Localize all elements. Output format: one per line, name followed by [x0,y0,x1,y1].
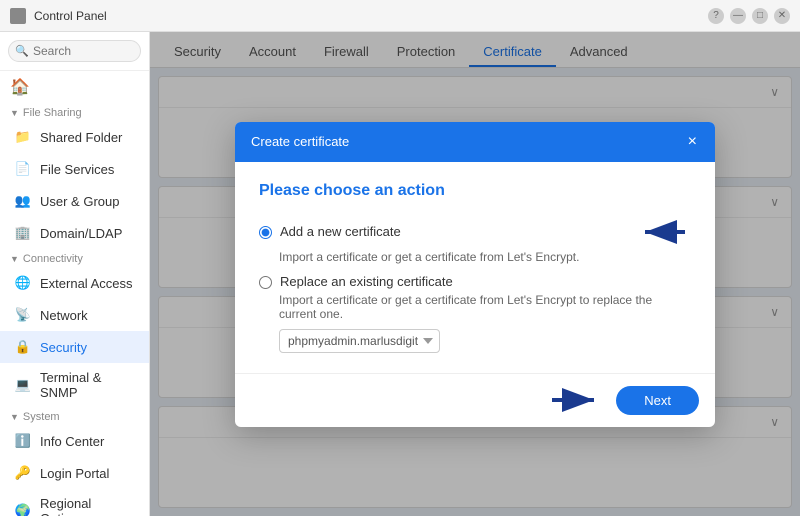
sidebar-item-regional-options[interactable]: 🌍 Regional Options [0,489,149,516]
info-icon: ℹ️ [14,432,32,450]
security-icon: 🔒 [14,338,32,356]
search-icon: 🔍 [15,45,29,58]
option-add-new: Add a new certificate [259,224,627,239]
caret-icon-system: ▼ [10,412,19,422]
sidebar-item-login-portal[interactable]: 🔑 Login Portal [0,457,149,489]
option-replace-label: Replace an existing certificate [280,274,453,289]
sidebar-item-file-services[interactable]: 📄 File Services [0,153,149,185]
replace-dropdown-container: phpmyadmin.marlusdigit [279,329,691,353]
option-replace-section: Replace an existing certificate Import a… [259,274,691,353]
modal-header: Create certificate × [235,122,715,162]
app-container: 🔍 🏠 ▼ File Sharing 📁 Shared Folder 📄 Fil… [0,32,800,516]
create-certificate-modal: Create certificate × Please choose an ac… [235,122,715,427]
window-controls: ? — □ ✕ [708,8,790,24]
sidebar-item-security[interactable]: 🔒 Security [0,331,149,363]
sidebar: 🔍 🏠 ▼ File Sharing 📁 Shared Folder 📄 Fil… [0,32,150,516]
sidebar-label-info-center: Info Center [40,434,104,449]
title-bar: Control Panel ? — □ ✕ [0,0,800,32]
option-add-new-desc: Import a certificate or get a certificat… [279,250,691,264]
sidebar-item-external-access[interactable]: 🌐 External Access [0,267,149,299]
sidebar-item-info-center[interactable]: ℹ️ Info Center [0,425,149,457]
radio-replace[interactable] [259,276,272,289]
sidebar-item-network[interactable]: 📡 Network [0,299,149,331]
section-label-connectivity: Connectivity [23,253,83,265]
section-label: File Sharing [23,107,82,119]
regional-options-icon: 🌍 [14,502,32,516]
sidebar-label-network: Network [40,308,88,323]
sidebar-item-terminal-snmp[interactable]: 💻 Terminal & SNMP [0,363,149,407]
sidebar-label-login-portal: Login Portal [40,466,109,481]
modal-footer: Next [235,373,715,427]
sidebar-item-domain-ldap[interactable]: 🏢 Domain/LDAP [0,217,149,249]
terminal-icon: 💻 [14,376,32,394]
caret-icon-connectivity: ▼ [10,254,19,264]
modal-close-button[interactable]: × [686,134,699,150]
sidebar-label-file-services: File Services [40,162,114,177]
certificate-dropdown[interactable]: phpmyadmin.marlusdigit [279,329,440,353]
option-replace: Replace an existing certificate [259,274,691,289]
app-icon [10,8,26,24]
sidebar-label-terminal-snmp: Terminal & SNMP [40,370,139,400]
sidebar-section-file-sharing: ▼ File Sharing [0,103,149,121]
modal-subtitle: Please choose an action [259,182,691,200]
sidebar-label-user-group: User & Group [40,194,119,209]
user-group-icon: 👥 [14,192,32,210]
modal-body: Please choose an action Add a new certif… [235,162,715,373]
shared-folder-icon: 📁 [14,128,32,146]
sidebar-label-domain-ldap: Domain/LDAP [40,226,122,241]
main-content: Security Account Firewall Protection Cer… [150,32,800,516]
sidebar-label-security: Security [40,340,87,355]
file-services-icon: 📄 [14,160,32,178]
close-window-button[interactable]: ✕ [774,8,790,24]
domain-icon: 🏢 [14,224,32,242]
sidebar-label-external-access: External Access [40,276,133,291]
sidebar-section-system: ▼ System [0,407,149,425]
section-label-system: System [23,411,60,423]
app-title: Control Panel [34,9,700,23]
caret-icon: ▼ [10,108,19,118]
sidebar-label-shared-folder: Shared Folder [40,130,122,145]
network-icon: 📡 [14,306,32,324]
option-replace-desc: Import a certificate or get a certificat… [279,293,691,321]
external-access-icon: 🌐 [14,274,32,292]
radio-add-new[interactable] [259,226,272,239]
minimize-button[interactable]: — [730,8,746,24]
modal-overlay: Create certificate × Please choose an ac… [150,32,800,516]
sidebar-item-user-group[interactable]: 👥 User & Group [0,185,149,217]
arrow-right-icon [548,386,604,414]
arrow-left-icon [635,218,691,246]
sidebar-search-area: 🔍 [0,32,149,71]
login-portal-icon: 🔑 [14,464,32,482]
maximize-button[interactable]: □ [752,8,768,24]
sidebar-section-connectivity: ▼ Connectivity [0,249,149,267]
sidebar-home[interactable]: 🏠 [0,71,149,103]
home-icon: 🏠 [10,77,30,97]
option-add-new-label: Add a new certificate [280,224,401,239]
sidebar-label-regional-options: Regional Options [40,496,139,516]
next-button[interactable]: Next [616,386,699,415]
sidebar-item-shared-folder[interactable]: 📁 Shared Folder [0,121,149,153]
modal-title: Create certificate [251,134,349,149]
help-button[interactable]: ? [708,8,724,24]
